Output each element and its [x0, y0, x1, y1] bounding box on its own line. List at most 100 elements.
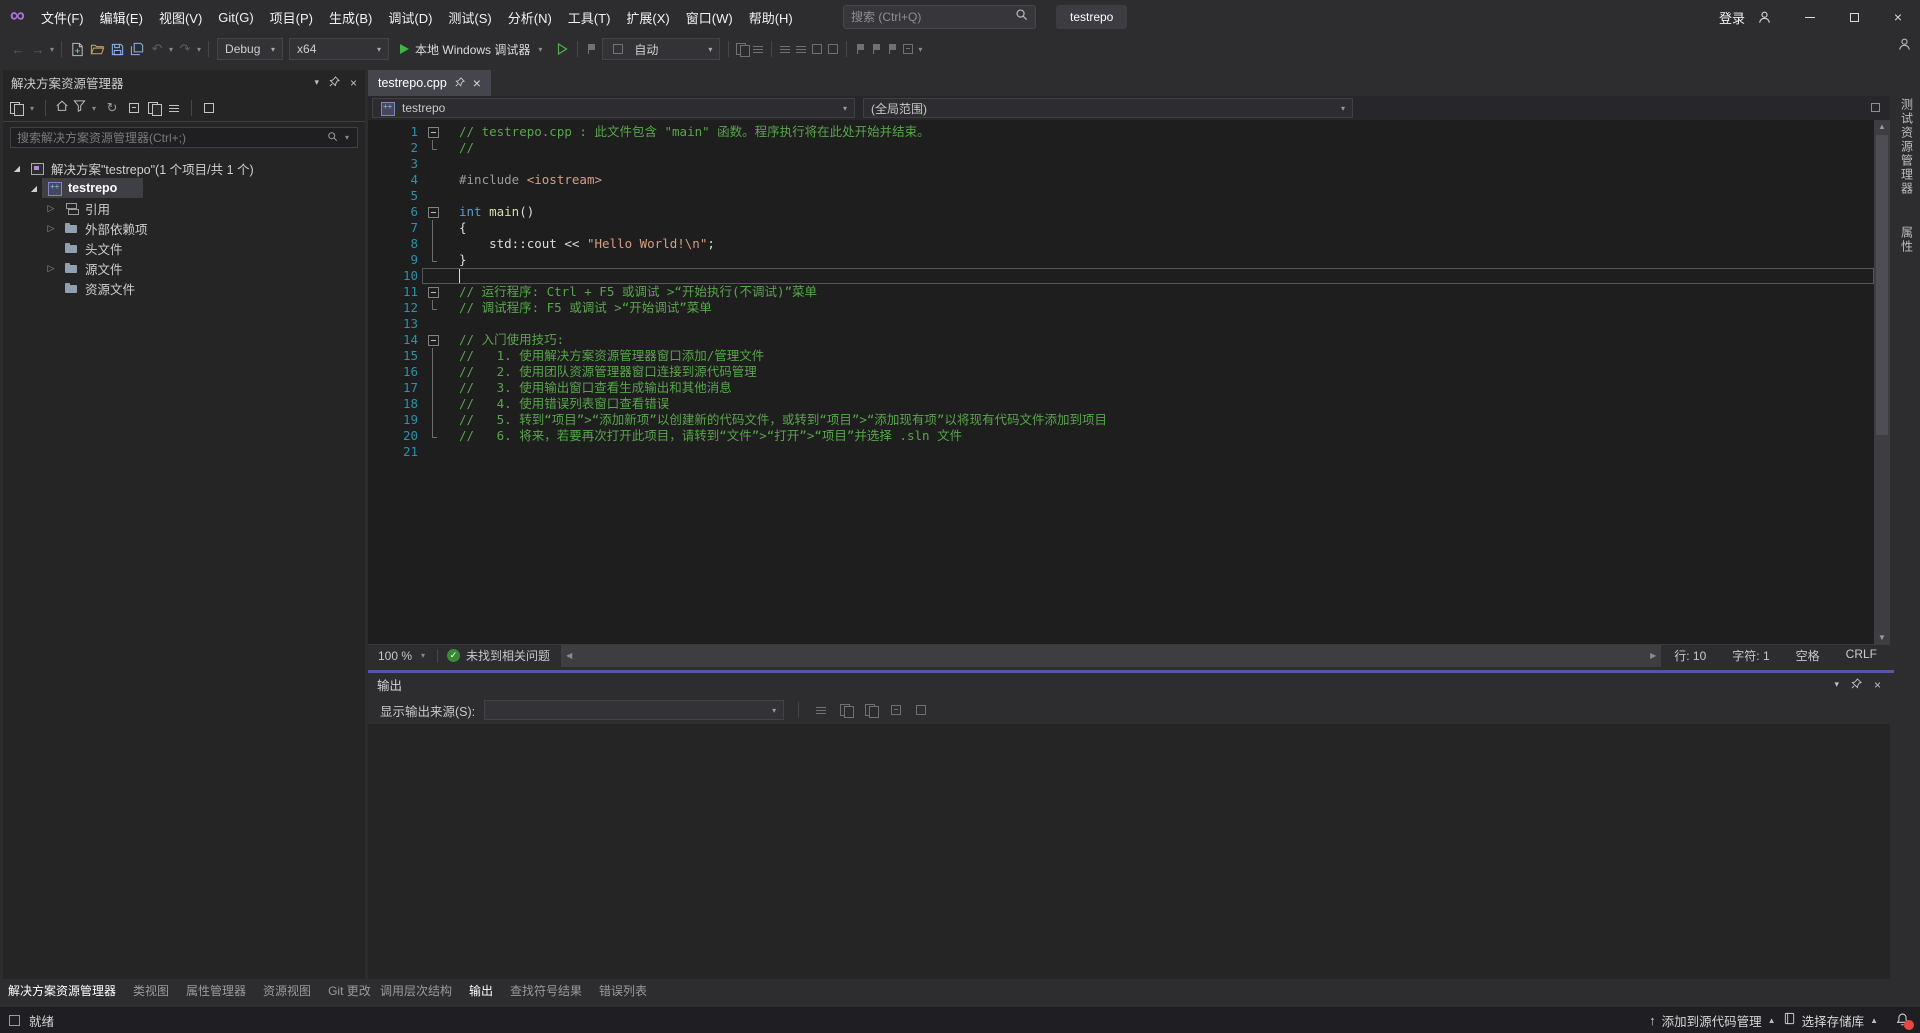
scroll-right-icon[interactable]: ▶ [1650, 651, 1656, 660]
search-icon[interactable] [1015, 8, 1028, 26]
code-text[interactable]: // 运行程序: Ctrl + F5 或调试 >“开始执行(不调试)”菜单 [459, 284, 817, 300]
spaces-indicator[interactable]: 空格 [1783, 647, 1833, 664]
fold-collapse-icon[interactable] [426, 124, 440, 140]
output-titlebar[interactable]: 输出 ▾ × [368, 673, 1890, 696]
indent-increase-icon[interactable] [793, 41, 809, 57]
code-text[interactable]: // testrepo.cpp : 此文件包含 "main" 函数。程序执行将在… [459, 124, 930, 140]
line-number[interactable]: 6 [368, 204, 422, 220]
minimize-button[interactable] [1788, 0, 1832, 34]
code-line[interactable]: 4#include <iostream> [368, 172, 1874, 188]
expander-icon[interactable]: ◢ [9, 164, 25, 173]
code-text[interactable]: // 入门使用技巧: [459, 332, 564, 348]
undo-dropdown-icon[interactable]: ▾ [169, 45, 173, 54]
panel-tab[interactable]: 类视图 [133, 982, 169, 999]
panel-tab[interactable]: Git 更改 [328, 982, 371, 999]
bookmark-window-icon[interactable] [900, 41, 916, 57]
line-number[interactable]: 20 [368, 428, 422, 444]
panel-tab[interactable]: 输出 [469, 982, 493, 999]
tree-item[interactable]: 资源文件 [3, 278, 365, 298]
line-number[interactable]: 15 [368, 348, 422, 364]
filter-icon[interactable] [73, 99, 86, 117]
menu-item[interactable]: 窗口(W) [678, 0, 741, 34]
line-number[interactable]: 4 [368, 172, 422, 188]
navigate-forward-icon[interactable]: → [28, 37, 48, 61]
word-wrap-icon[interactable] [913, 702, 929, 718]
global-search-input[interactable] [851, 10, 1015, 24]
properties-icon[interactable] [166, 100, 182, 116]
comment-selection-icon[interactable] [809, 41, 825, 57]
code-line[interactable]: 12// 调试程序: F5 或调试 >“开始调试”菜单 [368, 300, 1874, 316]
save-icon[interactable] [107, 37, 127, 61]
line-number[interactable]: 13 [368, 316, 422, 332]
close-tab-icon[interactable]: × [473, 76, 481, 90]
clear-all-icon[interactable] [888, 702, 904, 718]
next-bookmark-icon[interactable] [884, 41, 900, 57]
code-text[interactable]: // 3. 使用输出窗口查看生成输出和其他消息 [459, 380, 732, 396]
code-line[interactable]: 1// testrepo.cpp : 此文件包含 "main" 函数。程序执行将… [368, 124, 1874, 140]
tree-item[interactable]: ◢testrepo [3, 178, 365, 198]
split-editor-icon[interactable] [1871, 99, 1886, 117]
menu-item[interactable]: 测试(S) [440, 0, 499, 34]
scroll-down-icon[interactable]: ▼ [1878, 631, 1886, 644]
code-line[interactable]: 13 [368, 316, 1874, 332]
platform-dropdown[interactable]: x64▾ [289, 38, 389, 60]
refresh-icon[interactable]: ↻ [102, 96, 122, 120]
menu-item[interactable]: 生成(B) [321, 0, 380, 34]
start-without-debugging-icon[interactable] [552, 37, 572, 61]
global-search[interactable] [843, 5, 1036, 29]
line-number[interactable]: 5 [368, 188, 422, 204]
tree-item[interactable]: ◢解决方案"testrepo"(1 个项目/共 1 个) [3, 158, 365, 178]
zoom-dropdown[interactable]: 100 % ▾ [368, 649, 437, 663]
toggle-bookmark-icon[interactable] [852, 41, 868, 57]
line-number[interactable]: 14 [368, 332, 422, 348]
line-number[interactable]: 3 [368, 156, 422, 172]
code-line[interactable]: 6 int main() [368, 204, 1874, 220]
panel-tab[interactable]: 属性管理器 [186, 982, 246, 999]
collapse-all-icon[interactable] [126, 100, 142, 116]
code-line[interactable]: 9} [368, 252, 1874, 268]
background-tasks-icon[interactable] [9, 1015, 20, 1026]
close-panel-icon[interactable]: × [350, 76, 357, 90]
preview-selected-items-icon[interactable] [201, 100, 217, 116]
code-line[interactable]: 19// 5. 转到“项目”>“添加新项”以创建新的代码文件，或转到“项目”>“… [368, 412, 1874, 428]
configuration-dropdown[interactable]: Debug▾ [217, 38, 283, 60]
line-number[interactable]: 19 [368, 412, 422, 428]
output-content[interactable] [368, 724, 1890, 979]
close-panel-icon[interactable]: × [1874, 678, 1881, 692]
code-line[interactable]: 18// 4. 使用错误列表窗口查看错误 [368, 396, 1874, 412]
line-number[interactable]: 17 [368, 380, 422, 396]
menu-item[interactable]: 调试(D) [380, 0, 440, 34]
code-line[interactable]: 5 [368, 188, 1874, 204]
line-number[interactable]: 9 [368, 252, 422, 268]
menu-item[interactable]: Git(G) [210, 0, 261, 34]
expander-icon[interactable]: ◢ [26, 184, 42, 193]
code-text[interactable]: // 2. 使用团队资源管理器窗口连接到源代码管理 [459, 364, 757, 380]
code-line[interactable]: 7{ [368, 220, 1874, 236]
code-text[interactable]: // 调试程序: F5 或调试 >“开始调试”菜单 [459, 300, 712, 316]
code-line[interactable]: 11// 运行程序: Ctrl + F5 或调试 >“开始执行(不调试)”菜单 [368, 284, 1874, 300]
line-indicator[interactable]: 行: 10 [1661, 647, 1719, 664]
menu-item[interactable]: 分析(N) [500, 0, 560, 34]
code-text[interactable]: int main() [459, 204, 534, 220]
symbol-scope-dropdown[interactable]: (全局范围) ▾ [863, 98, 1353, 118]
solution-name-button[interactable]: testrepo [1056, 5, 1127, 29]
toolbar-overflow-icon[interactable]: ▾ [918, 45, 922, 54]
tree-item[interactable]: ▷引用 [3, 198, 365, 218]
hot-reload-icon[interactable] [583, 41, 599, 57]
indent-decrease-icon[interactable] [777, 41, 793, 57]
solution-explorer-titlebar[interactable]: 解决方案资源管理器 ▾ × [3, 70, 365, 95]
start-debugging-button[interactable]: 本地 Windows 调试器 ▾ [392, 37, 552, 61]
add-to-source-control-button[interactable]: ↑ 添加到源代码管理 ▲ [1649, 1011, 1775, 1030]
goto-previous-message-icon[interactable] [838, 702, 854, 718]
menu-item[interactable]: 编辑(E) [92, 0, 151, 34]
show-all-files-icon[interactable] [146, 100, 162, 116]
menu-item[interactable]: 扩展(X) [618, 0, 677, 34]
code-line[interactable]: 8 std::cout << "Hello World!\n"; [368, 236, 1874, 252]
tree-item[interactable]: ▷源文件 [3, 258, 365, 278]
line-number[interactable]: 10 [368, 268, 422, 284]
autohide-tab[interactable]: 属性 [1899, 226, 1916, 254]
new-project-icon[interactable] [67, 37, 87, 61]
search-icon[interactable] [327, 129, 338, 147]
scrollbar-thumb[interactable] [1876, 135, 1888, 435]
panel-tab[interactable]: 解决方案资源管理器 [8, 982, 116, 999]
